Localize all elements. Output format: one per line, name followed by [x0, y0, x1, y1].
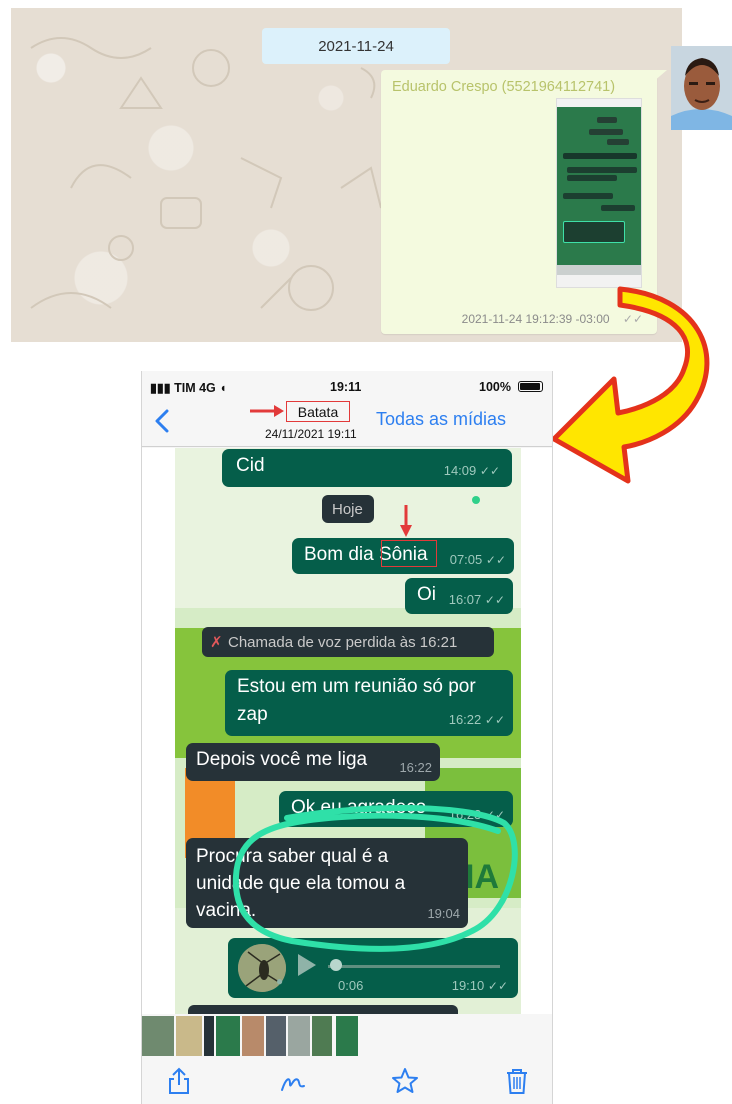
media-thumbnail-selected[interactable]: [204, 1016, 214, 1056]
battery-percent: 100%: [479, 380, 511, 394]
red-down-arrow-icon: [400, 505, 412, 537]
message-bubble-incoming[interactable]: Depois você me liga 16:22: [186, 743, 440, 781]
media-thumbnail[interactable]: [312, 1016, 332, 1056]
contact-name: Batata: [286, 401, 350, 422]
message-bubble-outgoing[interactable]: Oi 16:07 ✓✓: [405, 578, 513, 614]
missed-call-notice: ✗ Chamada de voz perdida às 16:21: [202, 627, 494, 657]
battery-icon: [518, 381, 543, 392]
bubble-tail: [653, 70, 667, 82]
iphone-screenshot: ▮▮▮ TIM 4G ◖ 19:11 100% Batata 24/11/202…: [141, 371, 553, 1104]
activity-icon: ◖: [215, 381, 227, 395]
star-icon[interactable]: [390, 1066, 420, 1096]
share-icon[interactable]: [164, 1066, 194, 1096]
message-time: 14:09 ✓✓: [443, 463, 500, 478]
markup-icon[interactable]: [278, 1066, 308, 1096]
message-time: 19:10 ✓✓: [451, 978, 508, 993]
message-bubble-outgoing[interactable]: Estou em um reunião só por zap 16:22 ✓✓: [225, 670, 513, 736]
play-icon[interactable]: [298, 954, 316, 976]
message-time: 16:07 ✓✓: [448, 592, 505, 607]
status-time: 19:11: [330, 380, 362, 394]
date-pill: 2021-11-24: [262, 28, 450, 64]
read-ticks-icon: ✓✓: [484, 713, 505, 727]
back-chevron-icon[interactable]: [152, 409, 174, 433]
message-time: 16:23 ✓✓: [448, 807, 505, 822]
audio-scrubber[interactable]: [330, 959, 342, 971]
message-bubble-outgoing[interactable]: Ok eu agradeço 16:23 ✓✓: [279, 791, 513, 827]
message-time: 19:04: [427, 906, 460, 921]
avatar-portrait-icon: [671, 46, 732, 130]
media-thumbnail[interactable]: [242, 1016, 264, 1056]
name-highlight-box: [381, 540, 437, 567]
sender-name: Eduardo Crespo (5521964112741): [392, 79, 616, 95]
navigation-bar: Batata 24/11/2021 19:11 Todas as mídias: [142, 399, 552, 447]
all-media-link[interactable]: Todas as mídias: [376, 409, 506, 430]
bottom-toolbar: [142, 1058, 552, 1104]
media-thumbnail[interactable]: [142, 1016, 174, 1056]
sender-avatar: [671, 46, 732, 130]
svg-text:IA: IA: [465, 858, 499, 896]
read-ticks-icon: ✓✓: [485, 553, 506, 567]
media-thumbnail[interactable]: [266, 1016, 286, 1056]
media-thumbnail[interactable]: [288, 1016, 310, 1056]
screenshot-right-margin: [521, 448, 552, 1014]
media-thumbnail[interactable]: [176, 1016, 202, 1056]
media-thumbnail-strip: [142, 1014, 552, 1058]
carrier-label: ▮▮▮ TIM 4G ◖: [150, 381, 227, 395]
microphone-icon: ●: [276, 974, 284, 988]
status-bar: ▮▮▮ TIM 4G ◖ 19:11 100%: [142, 371, 552, 399]
date-separator: Hoje: [322, 495, 374, 523]
read-ticks-icon: ✓✓: [484, 808, 505, 822]
signal-bars-icon: ▮▮▮: [150, 381, 175, 395]
audio-duration: 0:06: [338, 978, 364, 993]
read-ticks-icon: ✓✓: [487, 979, 508, 993]
screenshot-left-margin: [142, 448, 175, 1014]
message-bubble-incoming[interactable]: Procura saber qual é a unidade que ela t…: [186, 838, 468, 928]
yellow-curved-arrow-icon: [551, 286, 710, 484]
next-message-partial: [188, 1005, 458, 1014]
message-time: 16:22: [399, 760, 432, 775]
composite-evidence-image: 2021-11-24 Eduardo Crespo (5521964112741…: [0, 0, 732, 1104]
media-date: 24/11/2021 19:11: [265, 427, 357, 441]
read-ticks-icon: ✓✓: [479, 464, 500, 478]
message-time: 16:22 ✓✓: [448, 712, 505, 727]
voice-message-bubble[interactable]: ● 0:06 19:10 ✓✓: [228, 938, 518, 998]
red-annotation-arrow-icon: [250, 405, 284, 417]
audio-progress-track[interactable]: [328, 965, 500, 968]
attached-screenshot-thumbnail[interactable]: [556, 98, 642, 288]
message-time: 07:05 ✓✓: [449, 552, 506, 567]
missed-call-icon: ✗: [210, 634, 223, 651]
online-dot: [472, 496, 480, 504]
trash-icon[interactable]: [502, 1066, 532, 1096]
message-bubble-outgoing[interactable]: Cid 14:09 ✓✓: [222, 449, 512, 487]
read-ticks-icon: ✓✓: [484, 593, 505, 607]
media-thumbnail[interactable]: [336, 1016, 358, 1056]
media-thumbnail[interactable]: [216, 1016, 240, 1056]
